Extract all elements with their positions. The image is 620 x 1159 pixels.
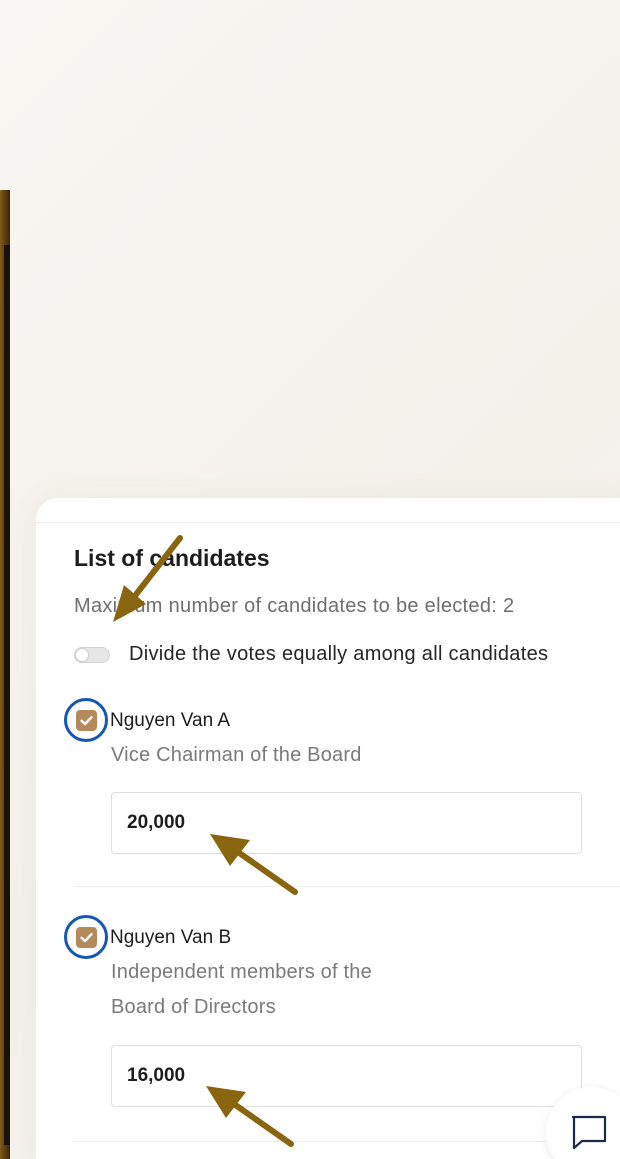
page: List of candidates Maximum number of can… bbox=[0, 0, 620, 1159]
candidate-b-role-line-1: Independent members of the bbox=[111, 961, 372, 983]
toggle-knob bbox=[76, 649, 88, 661]
candidate-a-name: Nguyen Van A bbox=[110, 710, 231, 731]
candidate-b-role: Independent members of the Board of Dire… bbox=[111, 955, 372, 1025]
divide-votes-label: Divide the votes equally among all candi… bbox=[129, 643, 549, 665]
candidate-divider bbox=[74, 886, 620, 887]
candidate-divider bbox=[74, 1141, 620, 1142]
divide-votes-toggle[interactable] bbox=[74, 647, 110, 663]
candidate-a-votes-input[interactable] bbox=[111, 792, 582, 854]
phone-frame-edge bbox=[0, 190, 10, 1159]
checkbox-highlight-ring bbox=[64, 915, 108, 959]
candidate-b-votes-input[interactable] bbox=[111, 1045, 582, 1107]
candidate-a-role-line: Vice Chairman of the Board bbox=[111, 744, 362, 766]
card-top-divider bbox=[36, 522, 620, 523]
candidate-b-name: Nguyen Van B bbox=[110, 927, 232, 948]
checkbox-highlight-ring bbox=[64, 698, 108, 742]
candidate-a-role: Vice Chairman of the Board bbox=[111, 738, 362, 773]
section-title: List of candidates bbox=[74, 545, 270, 571]
candidate-b-role-line-2: Board of Directors bbox=[111, 996, 276, 1018]
max-candidates-text: Maximum number of candidates to be elect… bbox=[74, 595, 515, 617]
chat-bubble-icon bbox=[571, 1115, 607, 1150]
